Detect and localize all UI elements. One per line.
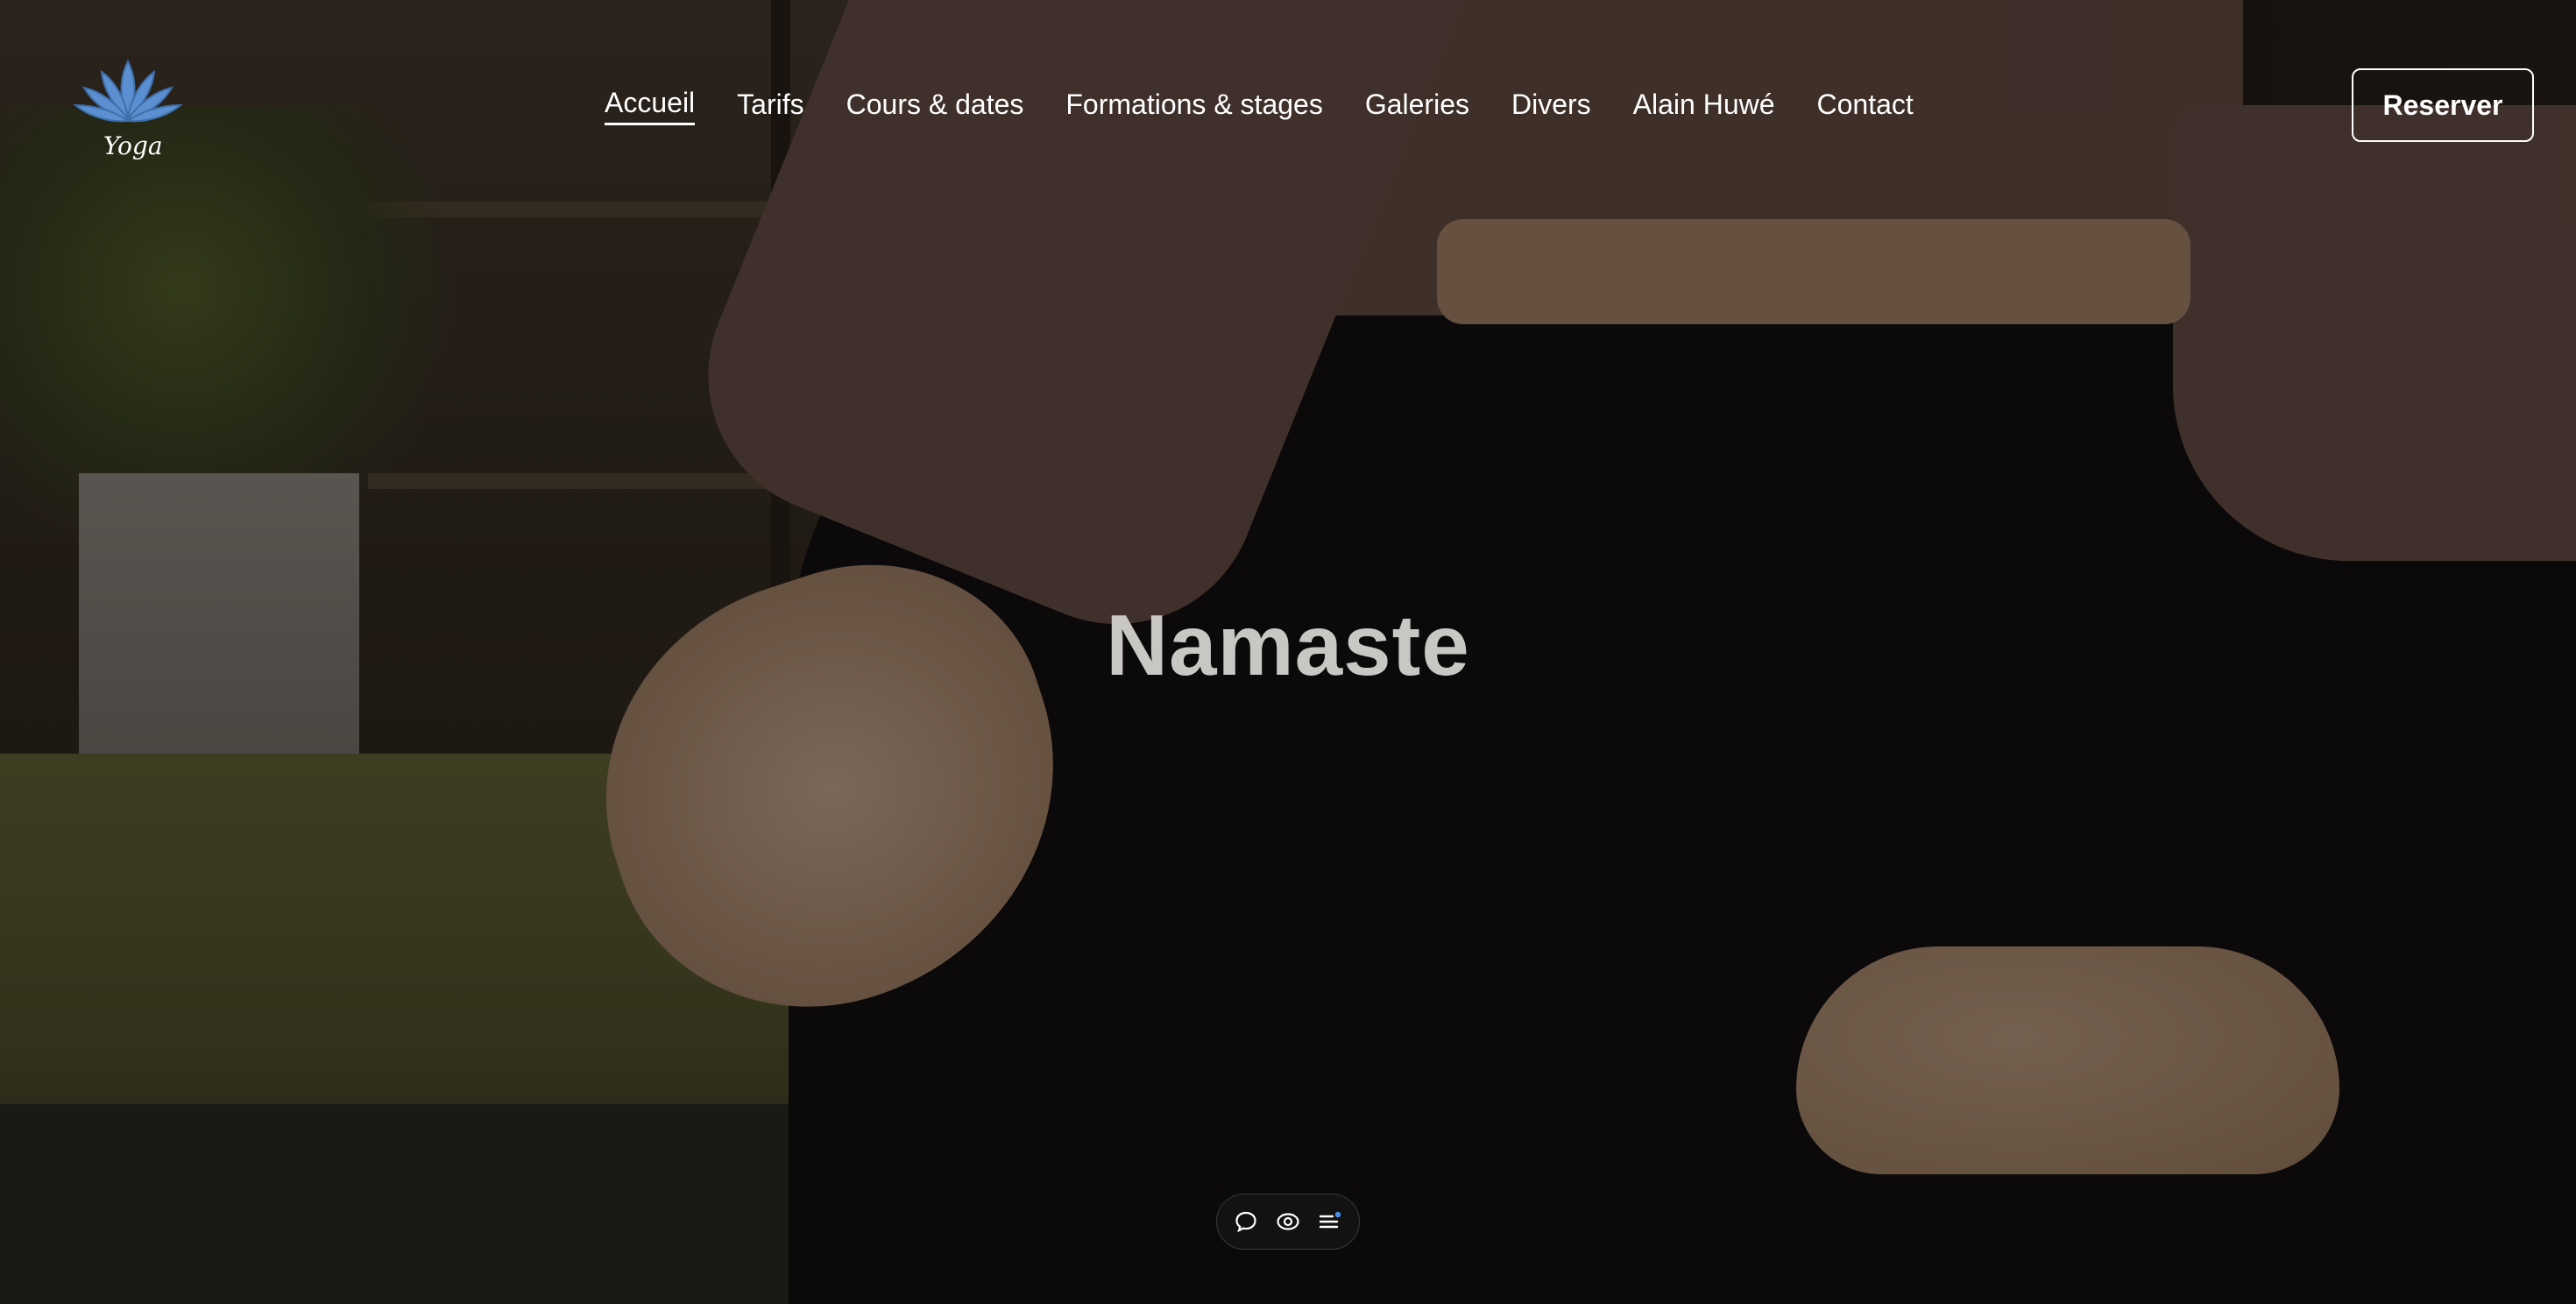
- nav-item-cours-dates[interactable]: Cours & dates: [846, 89, 1024, 124]
- logo-text: Yoga: [103, 131, 163, 160]
- main-nav: Accueil Tarifs Cours & dates Formations …: [605, 86, 1914, 126]
- lotus-icon: [73, 59, 183, 123]
- nav-item-formations-stages[interactable]: Formations & stages: [1065, 89, 1322, 124]
- site-header: Yoga Accueil Tarifs Cours & dates Format…: [0, 0, 2576, 175]
- nav-item-galeries[interactable]: Galeries: [1365, 89, 1469, 124]
- nav-item-tarifs[interactable]: Tarifs: [737, 89, 803, 124]
- hero-title: Namaste: [1106, 597, 1470, 693]
- nav-item-accueil[interactable]: Accueil: [605, 87, 696, 125]
- reserve-button[interactable]: Reserver: [2352, 68, 2534, 142]
- floating-toolbar: [1216, 1194, 1360, 1250]
- nav-item-alain-huwe[interactable]: Alain Huwé: [1633, 89, 1775, 124]
- nav-item-divers[interactable]: Divers: [1511, 89, 1591, 124]
- nav-item-contact[interactable]: Contact: [1817, 89, 1914, 124]
- hero-section: Yoga Accueil Tarifs Cours & dates Format…: [0, 0, 2576, 1304]
- comment-icon[interactable]: [1233, 1208, 1259, 1235]
- menu-list-icon[interactable]: [1317, 1208, 1343, 1235]
- eye-icon[interactable]: [1275, 1208, 1301, 1235]
